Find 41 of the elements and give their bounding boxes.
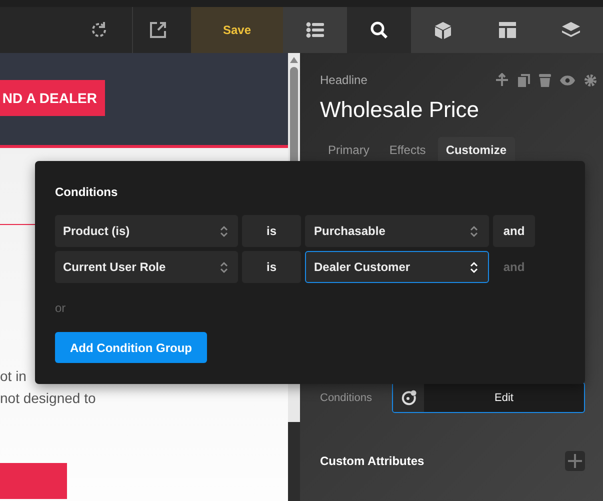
cube-icon xyxy=(435,22,451,38)
panel-tab[interactable] xyxy=(347,7,411,53)
chevron-icon xyxy=(470,224,478,238)
value-select[interactable]: Dealer Customer xyxy=(305,251,489,283)
save-button[interactable]: Save xyxy=(191,7,283,53)
conditions-control[interactable]: Edit xyxy=(392,382,585,413)
settings-icon[interactable] xyxy=(584,74,597,86)
operator-select[interactable]: is xyxy=(242,215,301,247)
search-icon xyxy=(370,21,388,39)
element-name: Wholesale Price xyxy=(320,97,480,123)
conditions-label: Conditions xyxy=(320,392,373,404)
operator-select[interactable]: is xyxy=(242,251,301,283)
chevron-icon xyxy=(220,224,228,238)
chevron-icon xyxy=(470,260,478,274)
tab[interactable]: Effects xyxy=(381,137,434,163)
add-icon[interactable] xyxy=(565,451,585,471)
value-select[interactable]: Purchasable xyxy=(305,215,489,247)
copy-icon[interactable] xyxy=(518,74,530,86)
edit-button[interactable]: Edit xyxy=(424,383,584,412)
cta-block xyxy=(0,463,67,499)
tab[interactable]: Primary xyxy=(320,137,378,163)
field-select[interactable]: Product (is) xyxy=(55,215,238,247)
chevron-icon xyxy=(220,260,228,274)
field-select[interactable]: Current User Role xyxy=(55,251,238,283)
accent-rule xyxy=(0,224,36,225)
section-title: Custom Attributes xyxy=(320,454,424,468)
conditions-icon xyxy=(400,390,416,406)
body-text: ot in xyxy=(0,367,28,386)
move-icon[interactable] xyxy=(495,73,509,87)
trash-icon[interactable] xyxy=(539,74,551,86)
layers-icon xyxy=(562,22,580,38)
or-label: or xyxy=(55,301,67,315)
layout-icon xyxy=(498,22,516,38)
eye-icon[interactable] xyxy=(560,74,575,86)
body-text: not designed to xyxy=(0,389,97,408)
tab[interactable]: Customize xyxy=(438,137,514,163)
element-type-label: Headline xyxy=(320,73,368,87)
dealer-button[interactable]: ND A DEALER xyxy=(0,80,105,116)
list-icon xyxy=(306,22,324,38)
and-button[interactable]: and xyxy=(493,215,535,247)
popup-title: Conditions xyxy=(55,185,119,199)
